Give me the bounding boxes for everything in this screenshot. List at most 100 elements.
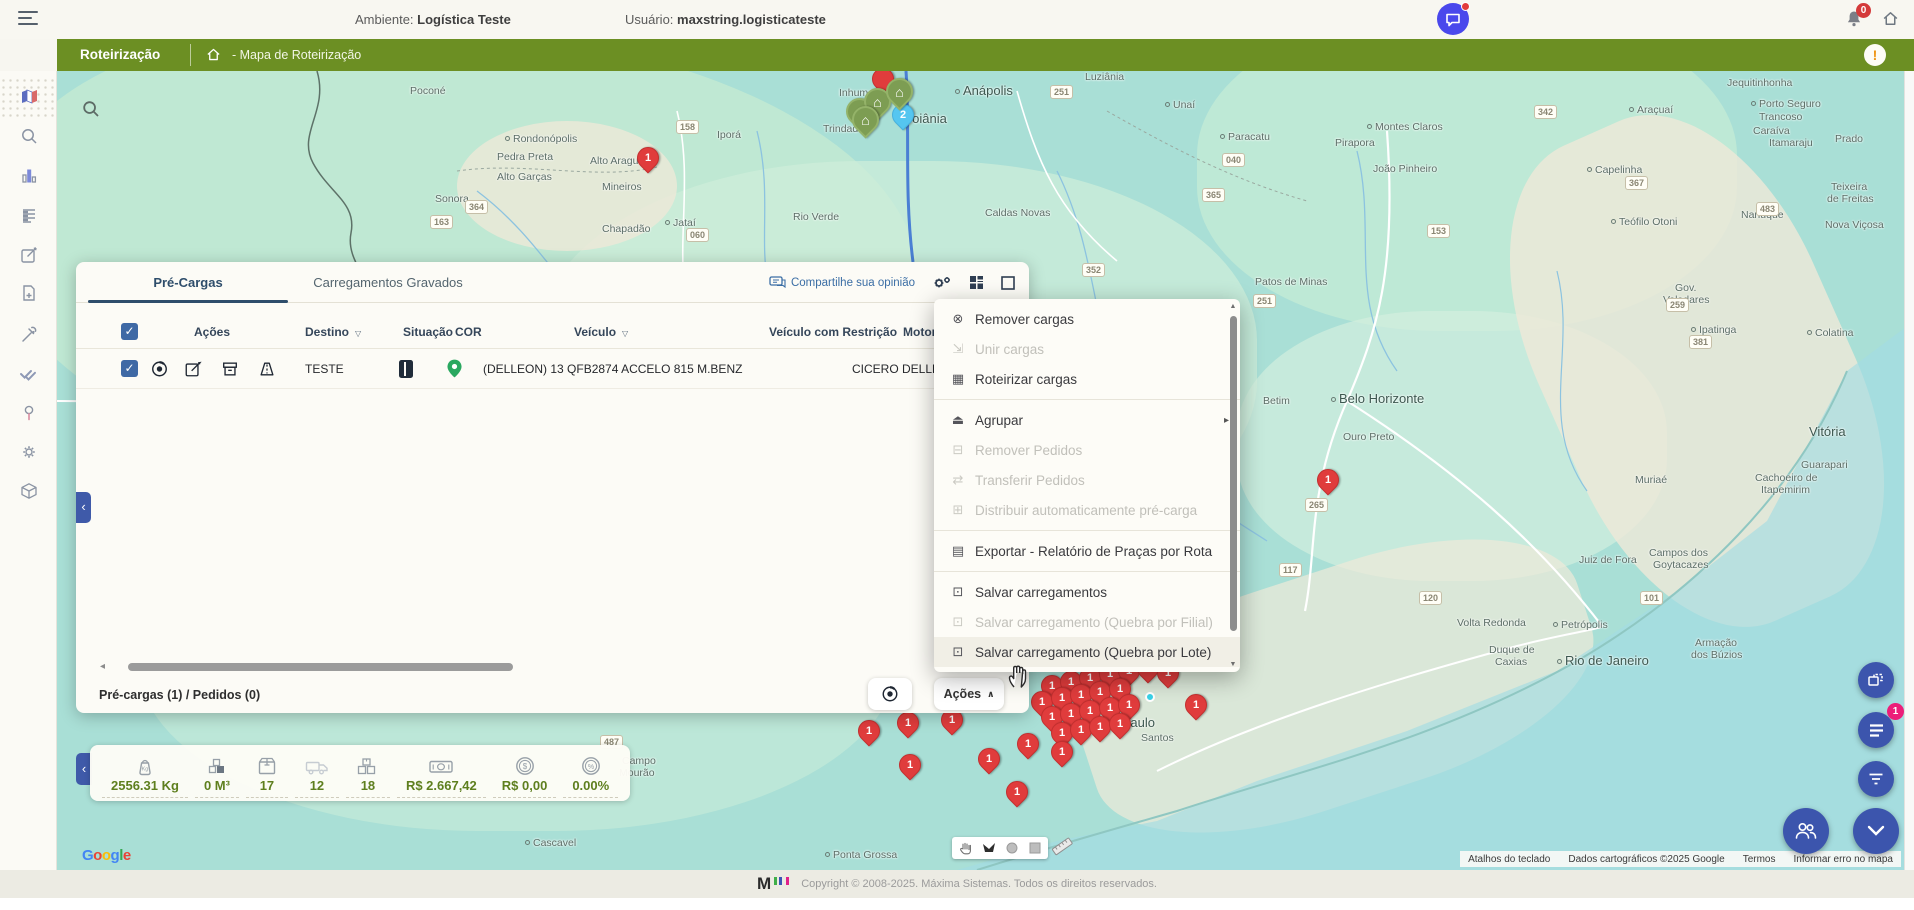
column-header-situa-o[interactable]: Situação xyxy=(403,315,453,349)
sidebar-item-pin[interactable] xyxy=(0,393,57,433)
menu-item-label: Salvar carregamentos xyxy=(975,585,1107,600)
report-error-link[interactable]: Informar erro no mapa xyxy=(1794,854,1894,865)
view-icon[interactable] xyxy=(150,360,169,378)
grid-view-icon[interactable] xyxy=(969,275,984,290)
home-icon[interactable] xyxy=(1882,10,1899,27)
stat-percent: %0.00% xyxy=(563,752,618,798)
terms-link[interactable]: Termos xyxy=(1743,854,1776,865)
map-icon xyxy=(19,87,39,107)
sidebar-item-approvals[interactable] xyxy=(0,353,57,393)
sidebar-item-search[interactable] xyxy=(0,116,57,156)
circle-tool-button[interactable] xyxy=(1001,839,1022,857)
select-all-checkbox[interactable]: ✓ xyxy=(121,323,138,340)
column-header-cor[interactable]: COR xyxy=(455,315,482,349)
filter-fab[interactable] xyxy=(1858,761,1894,797)
transfer-icon: ⇄ xyxy=(949,472,967,488)
menu-item[interactable]: ⊡Salvar carregamentos xyxy=(934,577,1240,607)
column-header-destino[interactable]: Destino▽ xyxy=(305,315,361,351)
row-checkbox[interactable]: ✓ xyxy=(121,360,138,377)
map-marker-cyan[interactable] xyxy=(1145,692,1155,702)
menu-scrollbar[interactable]: ▲ ▼ xyxy=(1228,303,1238,668)
scroll-left-arrow-icon[interactable]: ◂ xyxy=(100,661,105,673)
route-shield: 040 xyxy=(1222,153,1245,167)
feedback-link[interactable]: Compartilhe sua opinião xyxy=(769,276,915,289)
filter-icon[interactable]: ▽ xyxy=(355,329,361,338)
users-fab[interactable] xyxy=(1783,808,1829,854)
column-header-a-es[interactable]: Ações xyxy=(194,315,230,349)
sidebar-item-settings[interactable] xyxy=(0,432,57,472)
settings-gears-icon[interactable] xyxy=(932,275,952,291)
town-dot-icon xyxy=(1629,107,1634,112)
sidebar-item-list[interactable] xyxy=(0,195,57,235)
scrollbar-thumb[interactable] xyxy=(128,663,513,671)
menu-item[interactable]: ⊡Salvar carregamento (Quebra por Lote) xyxy=(934,637,1240,667)
column-header-ve-culo[interactable]: Veículo▽ xyxy=(574,315,628,351)
sidebar-item-document[interactable] xyxy=(0,273,57,313)
edit-icon[interactable] xyxy=(184,360,202,378)
scroll-up-arrow-icon[interactable]: ▲ xyxy=(1228,303,1238,310)
alert-button[interactable]: ! xyxy=(1864,44,1886,66)
panel-collapse-handle[interactable]: ‹ xyxy=(76,492,91,523)
map-label: Cascavel xyxy=(525,837,576,849)
route-shield: 342 xyxy=(1534,105,1557,119)
hamburger-menu-icon[interactable] xyxy=(18,11,40,27)
map-label: Nova Viçosa xyxy=(1825,219,1884,231)
map-label: Goytacazes xyxy=(1653,559,1708,571)
menu-item[interactable]: ▦Roteirizar cargas xyxy=(934,364,1240,394)
menu-item[interactable]: ⊗Remover cargas xyxy=(934,304,1240,334)
feedback-icon xyxy=(769,276,786,289)
chevron-up-icon: ∧ xyxy=(987,689,994,700)
ruler-tool-button[interactable] xyxy=(1051,835,1073,857)
scroll-down-arrow-icon[interactable]: ▼ xyxy=(1228,661,1238,668)
menu-item-label: Unir cargas xyxy=(975,342,1044,357)
visibility-button[interactable] xyxy=(868,678,912,710)
tab-carregamentos-gravados[interactable]: Carregamentos Gravados xyxy=(288,262,488,302)
panel-tabs: Pré-Cargas Carregamentos Gravados Compar… xyxy=(76,262,1029,303)
keyboard-shortcuts-link[interactable]: Atalhos do teclado xyxy=(1468,854,1550,865)
situacao-icon[interactable] xyxy=(399,360,413,378)
maximize-icon[interactable] xyxy=(1001,276,1015,290)
sidebar-item-map[interactable] xyxy=(0,77,57,117)
filter-icon xyxy=(1868,772,1884,786)
footer: M Copyright © 2008-2025. Máxima Sistemas… xyxy=(0,870,1914,910)
map-label: Juiz de Fora xyxy=(1579,554,1637,566)
pin-icon xyxy=(19,403,39,423)
map-label: Teófilo Otoni xyxy=(1611,216,1677,228)
menu-item[interactable]: ⏏Agrupar▸ xyxy=(934,405,1240,435)
sidebar-item-tools[interactable] xyxy=(0,314,57,354)
sidebar-item-analytics[interactable] xyxy=(0,155,57,195)
archive-icon[interactable] xyxy=(221,360,239,378)
tab-pre-cargas[interactable]: Pré-Cargas xyxy=(88,262,288,302)
map-search-icon[interactable] xyxy=(81,99,101,119)
sidebar-item-edit[interactable] xyxy=(0,235,57,275)
menu-item: ⊡Salvar carregamento (Quebra por Filial) xyxy=(934,607,1240,637)
map-layers-fab[interactable] xyxy=(1858,662,1894,698)
table-row[interactable]: ✓ TESTE (DELLEON) 13 QFB2874 ACCELO 815 … xyxy=(76,349,1029,389)
road-icon[interactable] xyxy=(257,360,277,378)
user-value: maxstring.logisticateste xyxy=(677,12,826,27)
map-label: Sonora xyxy=(435,193,469,205)
double-check-icon xyxy=(18,363,40,383)
menu-item[interactable]: ▤Exportar - Relatório de Praças por Rota xyxy=(934,536,1240,566)
acoes-button[interactable]: Ações∧ xyxy=(934,678,1004,710)
page-scrollbar[interactable] xyxy=(1904,71,1914,870)
cor-pin-icon[interactable] xyxy=(447,359,462,378)
filter-icon[interactable]: ▽ xyxy=(622,329,628,338)
map-label: Pirapora xyxy=(1335,137,1375,149)
pan-tool-button[interactable] xyxy=(955,839,976,857)
stat-value: R$ 2.667,42 xyxy=(406,778,477,794)
menu-item-label: Remover cargas xyxy=(975,312,1074,327)
town-dot-icon xyxy=(1807,330,1812,335)
stat-truck: 12 xyxy=(295,752,339,798)
menu-scrollbar-thumb[interactable] xyxy=(1230,316,1237,631)
breadcrumb-home-icon[interactable] xyxy=(206,47,221,62)
route-shield: 483 xyxy=(1756,202,1779,216)
column-header-ve-culo-com-restri-o[interactable]: Veículo com Restrição xyxy=(769,315,897,349)
rectangle-tool-button[interactable] xyxy=(1024,839,1045,857)
stat-value: R$ 0,00 xyxy=(502,778,548,794)
collapse-fabs-button[interactable] xyxy=(1853,808,1899,854)
sidebar-item-package[interactable] xyxy=(0,471,57,511)
group-icon: ⏏ xyxy=(949,412,967,428)
polygon-tool-button[interactable] xyxy=(978,839,999,857)
horizontal-scrollbar[interactable]: ◂ xyxy=(76,661,1019,673)
